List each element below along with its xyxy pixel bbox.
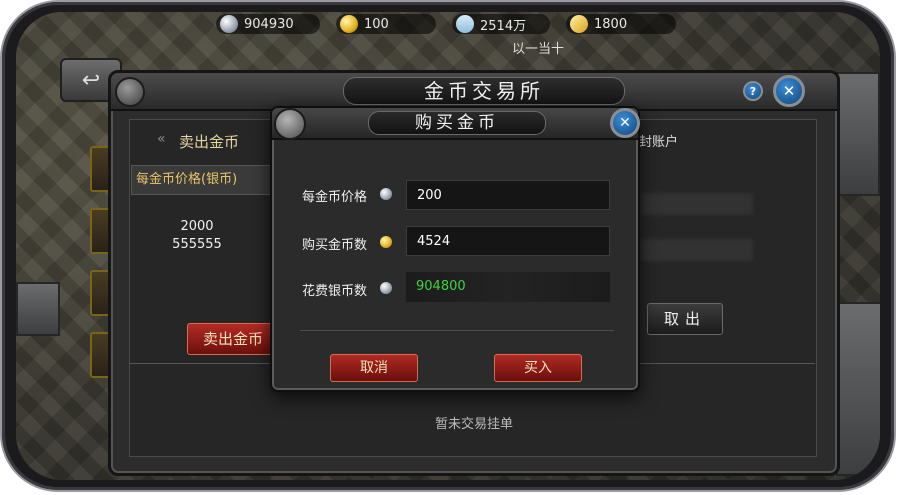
tab-sell-gold[interactable]: 卖出金币 xyxy=(179,131,239,152)
buy-button[interactable]: 买入 xyxy=(494,354,582,382)
price-label: 每金币价格 xyxy=(302,190,368,205)
exchange-title: 金币交易所 xyxy=(343,77,625,105)
dialog-title: 购买金币 xyxy=(368,111,546,135)
blurred-row xyxy=(641,239,753,261)
resource-bar: 904930 100 2514万 1800 xyxy=(216,12,676,38)
ingot-resource[interactable]: 1800 xyxy=(566,14,676,34)
silver-resource[interactable]: 904930 xyxy=(216,14,320,34)
close-button[interactable]: ✕ xyxy=(773,75,805,107)
blurred-row xyxy=(641,193,753,215)
withdraw-button[interactable]: 取出 xyxy=(647,303,723,335)
gold-ingot-icon xyxy=(570,15,588,33)
gold-coin-icon xyxy=(340,15,358,33)
listing-amount: 555555 xyxy=(172,237,222,252)
dialog-divider xyxy=(300,330,614,331)
dialog-titlebar: 购买金币 xyxy=(272,108,638,140)
chevron-left-icon: « xyxy=(157,131,166,147)
silver-coin-icon xyxy=(220,15,238,33)
silver-coin-icon xyxy=(380,188,392,200)
cost-label: 花费银币数 xyxy=(302,284,368,299)
hint-text: 以一当十 xyxy=(512,42,565,57)
diamond-amount: 2514万 xyxy=(480,18,527,34)
close-icon: ✕ xyxy=(619,115,631,131)
game-screen: 904930 100 2514万 1800 以一当十 ↩ 金币交易所 ? ✕ «… xyxy=(16,12,880,480)
back-arrow-icon: ↩ xyxy=(81,67,101,93)
listing-price: 2000 xyxy=(180,219,214,234)
ingot-amount: 1800 xyxy=(594,16,628,32)
corner-gem-icon xyxy=(115,77,145,107)
help-icon: ? xyxy=(749,84,757,98)
gold-resource[interactable]: 100 xyxy=(336,14,436,34)
tab-account[interactable]: 封账户 xyxy=(639,131,678,150)
amount-label: 购买金币数 xyxy=(302,238,368,253)
sell-gold-button[interactable]: 卖出金币 xyxy=(187,323,279,355)
cost-value: 904800 xyxy=(406,272,610,302)
diamond-icon xyxy=(452,12,478,37)
amount-input[interactable]: 4524 xyxy=(406,226,610,256)
cancel-button[interactable]: 取消 xyxy=(330,354,418,382)
close-icon: ✕ xyxy=(782,82,796,100)
silver-coin-icon xyxy=(380,282,392,294)
phone-frame: 904930 100 2514万 1800 以一当十 ↩ 金币交易所 ? ✕ «… xyxy=(2,2,894,490)
diamond-resource[interactable]: 2514万 xyxy=(452,12,550,37)
background-building xyxy=(16,282,60,336)
dialog-close-button[interactable]: ✕ xyxy=(610,108,640,138)
silver-amount: 904930 xyxy=(244,16,294,32)
help-button[interactable]: ? xyxy=(743,81,763,101)
price-field[interactable]: 200 xyxy=(406,180,610,210)
background-building xyxy=(836,302,880,476)
empty-orders-text: 暂未交易挂单 xyxy=(434,417,513,432)
corner-gem-icon xyxy=(274,108,306,140)
gold-amount: 100 xyxy=(364,16,389,32)
gold-coin-icon xyxy=(380,236,392,248)
buy-gold-dialog: 购买金币 ✕ 每金币价格 200 购买金币数 4524 花费银币数 904800… xyxy=(270,106,640,392)
